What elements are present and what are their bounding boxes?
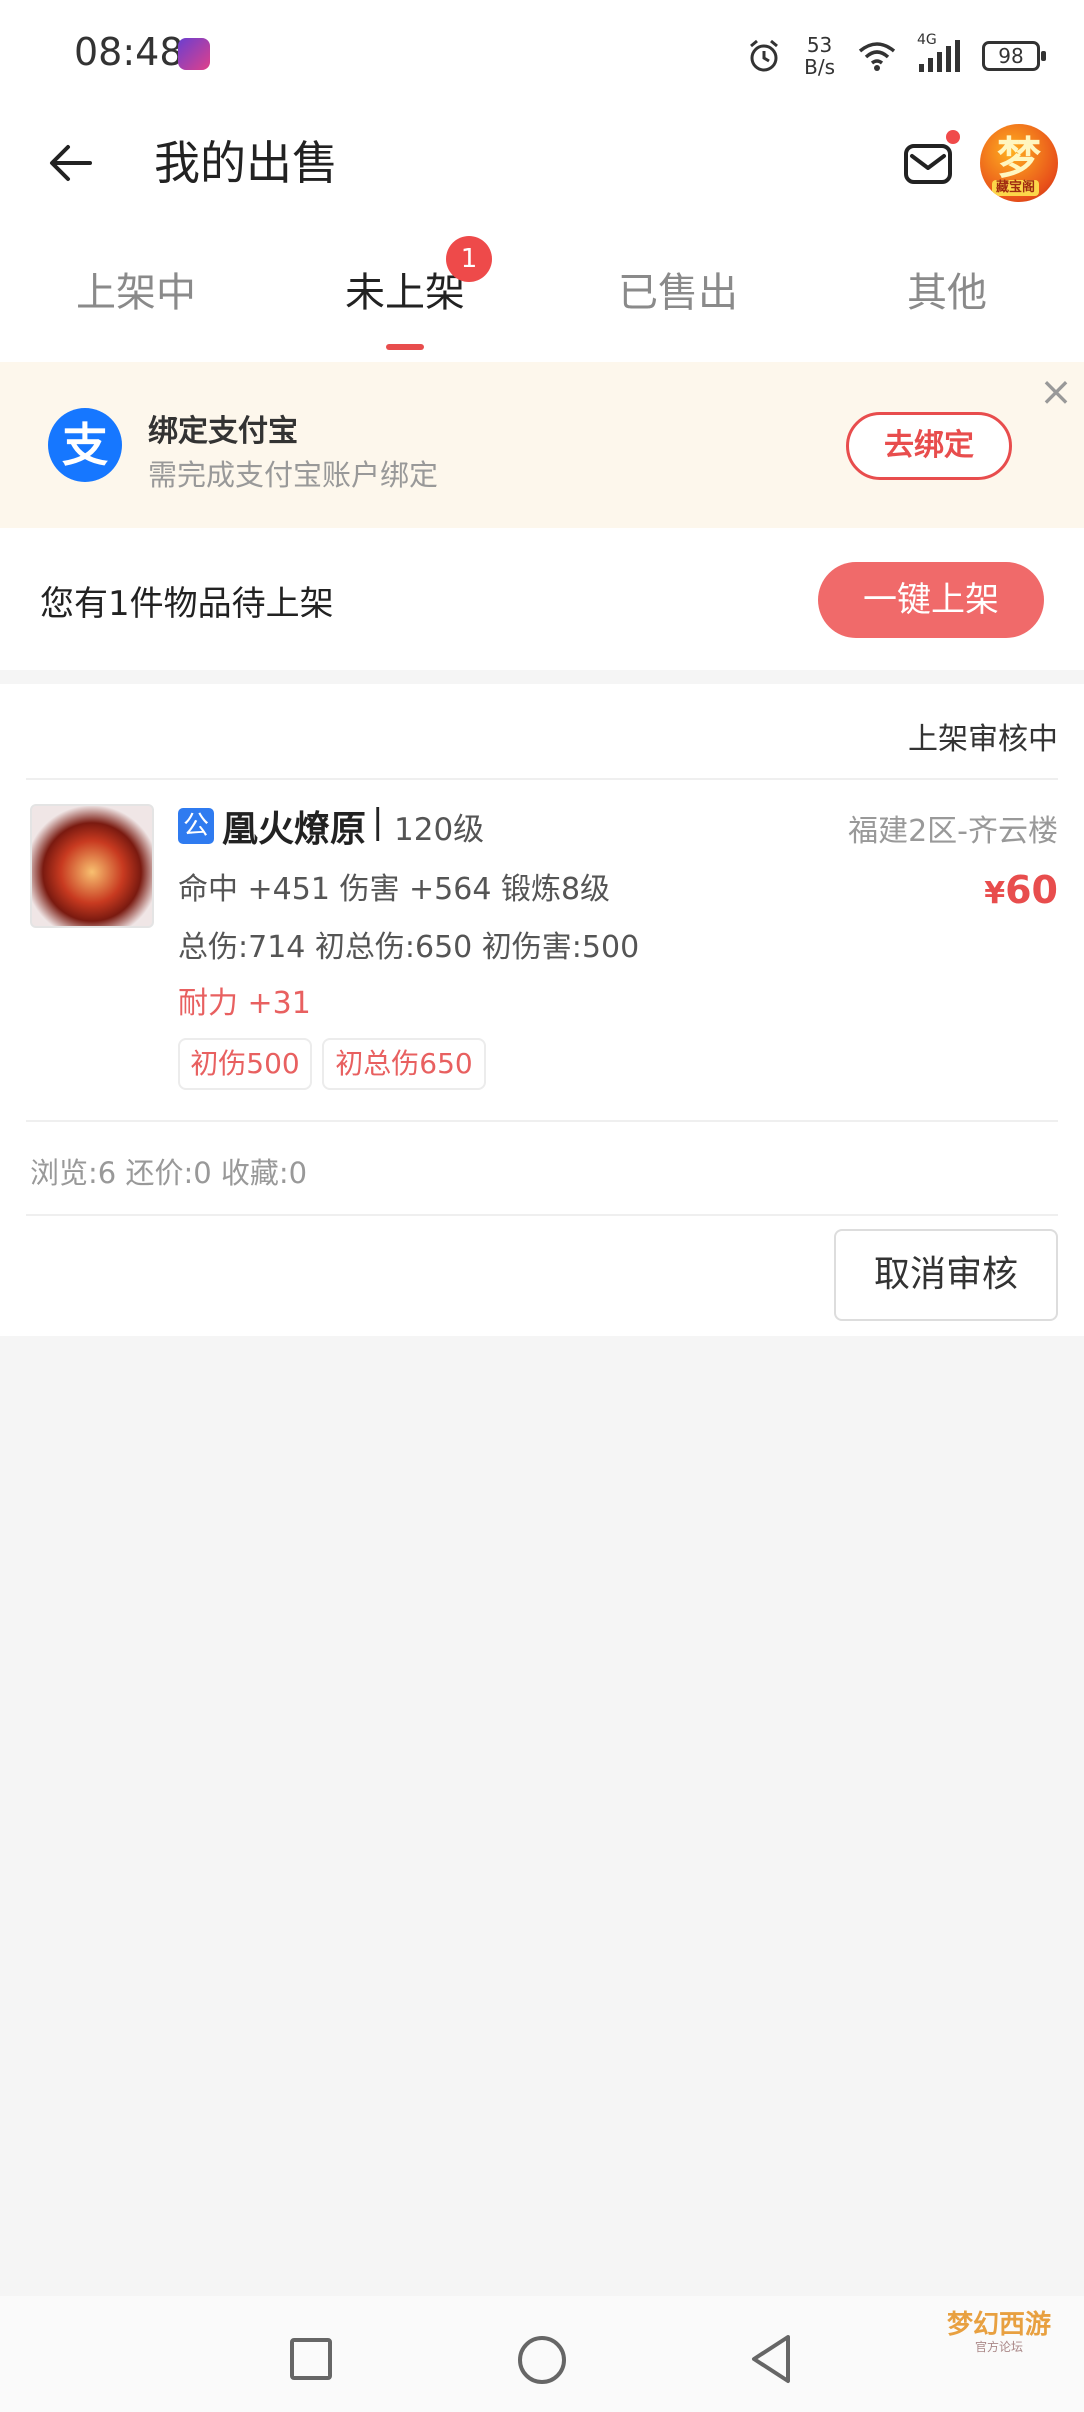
alipay-bind-banner: 支 绑定支付宝 需完成支付宝账户绑定 去绑定 ×: [0, 362, 1084, 528]
public-tag: 公: [178, 808, 214, 844]
back-triangle-icon[interactable]: [746, 2332, 796, 2386]
home-icon[interactable]: [518, 2336, 566, 2384]
tab-sold[interactable]: 已售出: [578, 260, 778, 318]
recent-apps-icon[interactable]: [290, 2338, 332, 2380]
status-icons: 53 B/s 4G 98: [746, 28, 1046, 84]
name-separator: |: [372, 802, 384, 842]
feature-tag: 初伤500: [178, 1038, 312, 1090]
divider: [26, 1214, 1058, 1216]
divider: [26, 1120, 1058, 1122]
app-notification-icon: [178, 38, 210, 70]
wifi-icon: [858, 42, 896, 71]
item-thumbnail[interactable]: [30, 804, 154, 928]
back-arrow-icon[interactable]: [40, 132, 102, 194]
item-extra-attr: 耐力 +31: [178, 986, 311, 1021]
alipay-icon: 支: [48, 408, 122, 482]
item-stats: 浏览:6 还价:0 收藏:0: [30, 1156, 308, 1190]
item-name: 凰火燎原: [222, 809, 367, 850]
pending-listing-bar: 您有1件物品待上架 一键上架: [0, 528, 1084, 670]
item-totals: 总伤:714 初总伤:650 初伤害:500: [178, 930, 640, 965]
tab-other[interactable]: 其他: [847, 260, 1047, 318]
bind-alipay-button[interactable]: 去绑定: [846, 412, 1012, 480]
page-title: 我的出售: [154, 136, 338, 190]
status-time: 08:48: [74, 30, 184, 74]
one-click-list-button[interactable]: 一键上架: [818, 562, 1044, 638]
item-level: 120级: [394, 812, 485, 848]
item-price: ¥60: [984, 868, 1058, 912]
close-icon[interactable]: ×: [1036, 372, 1076, 412]
signal-icon: 4G: [917, 32, 960, 72]
tab-badge: 1: [446, 236, 492, 282]
banner-subtitle: 需完成支付宝账户绑定: [148, 458, 439, 492]
app-header: 我的出售 梦 藏宝阁: [0, 110, 1084, 220]
tab-listed[interactable]: 上架中: [36, 260, 236, 318]
forum-watermark-logo: 梦幻西游 官方论坛: [946, 2310, 1051, 2354]
battery-icon: 98: [982, 41, 1046, 71]
banner-title: 绑定支付宝: [148, 414, 298, 449]
status-bar: 08:48 53 B/s 4G 98: [0, 0, 1084, 110]
item-server: 福建2区-齐云楼: [848, 814, 1058, 849]
item-attributes: 命中 +451 伤害 +564 锻炼8级: [178, 872, 611, 907]
item-card[interactable]: 上架审核中 公 凰火燎原 | 120级 福建2区-齐云楼 ¥60 命中 +451…: [0, 684, 1084, 1336]
feature-tag: 初总伤650: [322, 1038, 486, 1090]
unread-dot: [946, 130, 960, 144]
review-status: 上架审核中: [908, 722, 1058, 757]
system-nav-bar: 梦幻西游 官方论坛: [0, 2296, 1084, 2412]
active-tab-indicator: [386, 344, 424, 350]
pending-text: 您有1件物品待上架: [40, 584, 334, 624]
net-speed: 53 B/s: [804, 33, 835, 79]
cancel-review-button[interactable]: 取消审核: [834, 1229, 1058, 1321]
divider: [26, 778, 1058, 780]
alarm-icon: [750, 39, 779, 72]
avatar[interactable]: 梦 藏宝阁: [980, 124, 1058, 202]
tab-bar: 上架中 未上架 已售出 其他 1: [0, 220, 1084, 362]
